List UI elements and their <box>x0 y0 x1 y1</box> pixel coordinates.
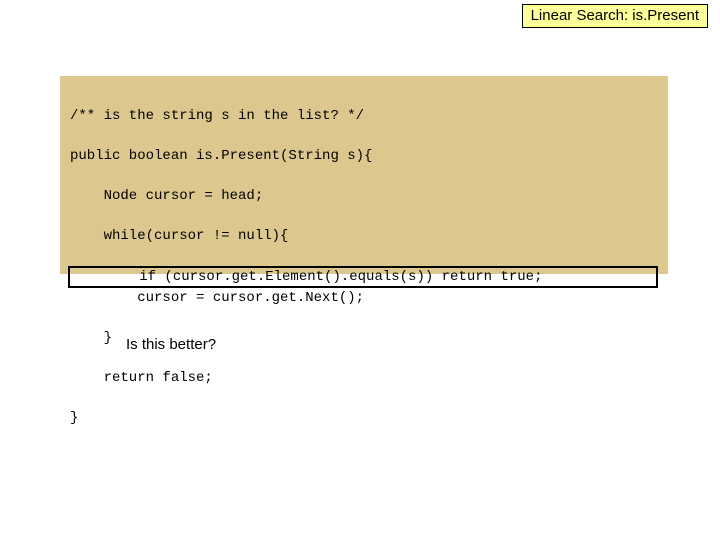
code-line-5-highlight: if (cursor.get.Element().equals(s)) retu… <box>68 266 658 288</box>
code-line-4: while(cursor != null){ <box>70 226 658 246</box>
slide-container: Linear Search: is.Present /** is the str… <box>0 0 720 540</box>
code-line-2: public boolean is.Present(String s){ <box>70 146 658 166</box>
code-line-8: return false; <box>70 368 658 388</box>
slide-title: Linear Search: is.Present <box>522 4 708 28</box>
code-line-1: /** is the string s in the list? */ <box>70 106 658 126</box>
code-block: /** is the string s in the list? */ publ… <box>60 76 668 274</box>
code-line-6: cursor = cursor.get.Next(); <box>70 288 658 308</box>
question-text: Is this better? <box>126 336 216 353</box>
code-line-3: Node cursor = head; <box>70 186 658 206</box>
code-line-9: } <box>70 408 658 428</box>
